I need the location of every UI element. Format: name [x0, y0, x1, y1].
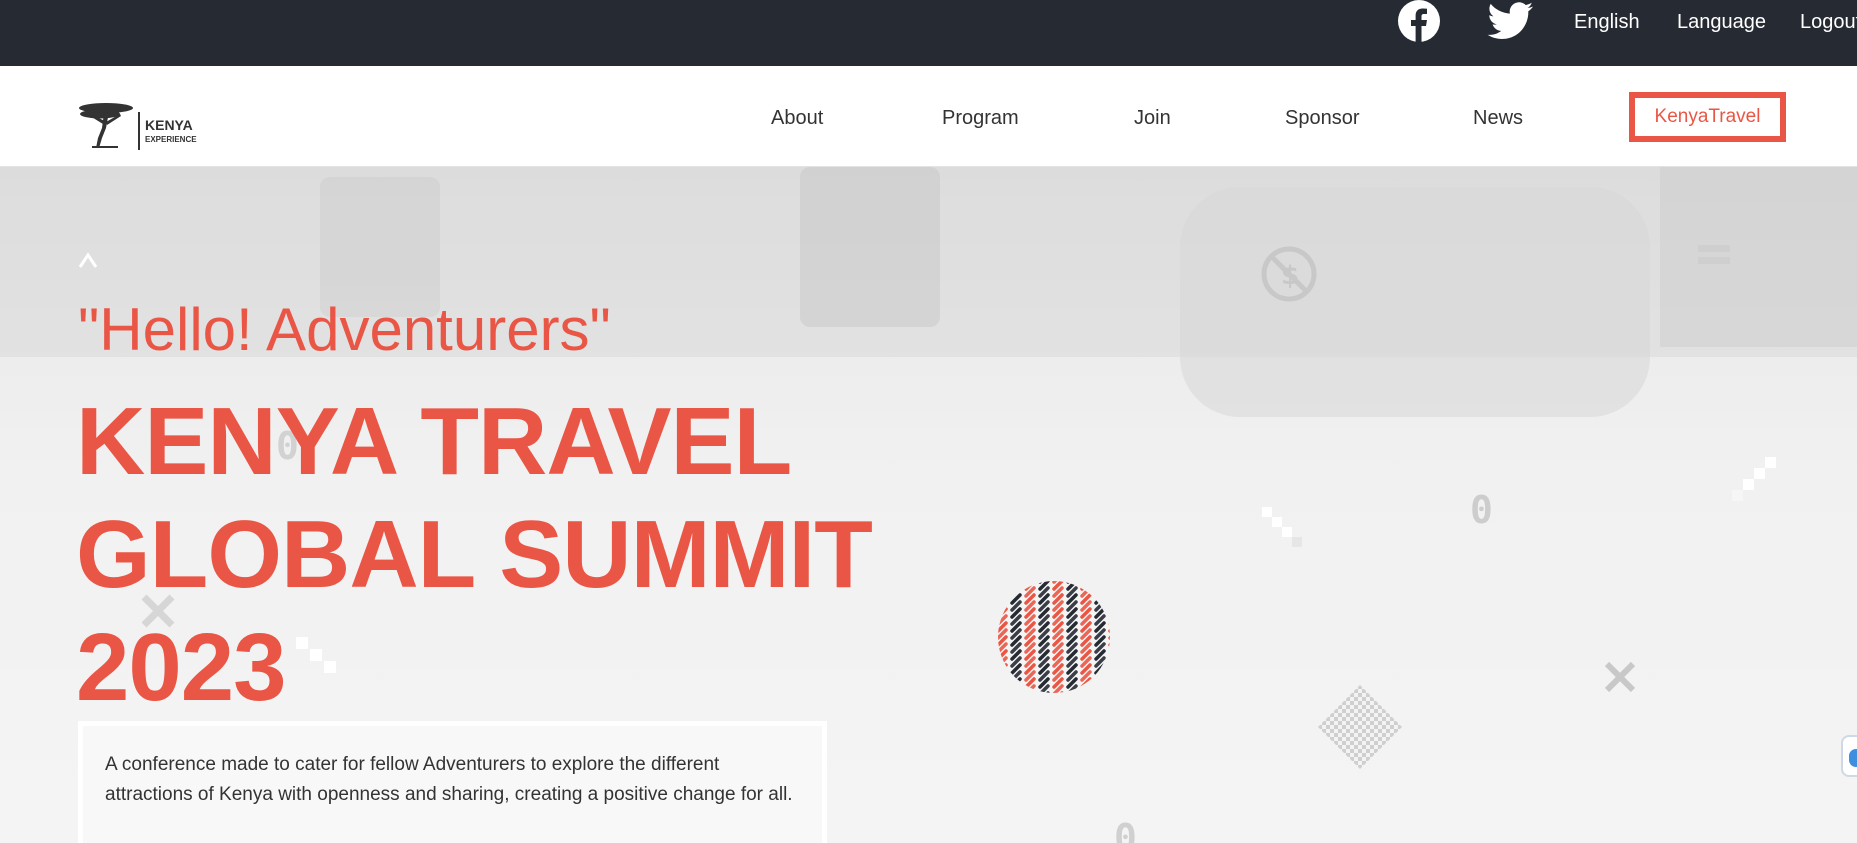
hero-background-shape [1180, 187, 1650, 417]
equals-icon [1698, 245, 1730, 264]
main-nav: KENYA EXPERIENCE About Program Join Spon… [0, 66, 1857, 167]
acacia-tree-icon [79, 103, 133, 148]
pixel-steps-icon [1732, 457, 1776, 501]
hero-title-line: GLOBAL SUMMIT [76, 501, 873, 608]
svg-text:0: 0 [1114, 817, 1137, 843]
zero-glyph-icon: 0 [1114, 817, 1137, 843]
hero-description-box: A conference made to cater for fellow Ad… [78, 721, 827, 843]
english-link[interactable]: English [1574, 10, 1640, 34]
chevron-icon [78, 252, 98, 268]
nav-sponsor[interactable]: Sponsor [1285, 106, 1360, 130]
hero-background-shape [800, 167, 940, 327]
chat-icon [1849, 749, 1857, 767]
floating-chat-button[interactable] [1841, 735, 1857, 777]
nav-news[interactable]: News [1473, 106, 1523, 130]
nav-join[interactable]: Join [1134, 106, 1171, 130]
pixel-steps-icon [1262, 507, 1302, 547]
twitter-link[interactable] [1485, 0, 1535, 42]
hero-title: KENYA TRAVEL GLOBAL SUMMIT 2023 [76, 385, 873, 724]
logo-subtitle: EXPERIENCE [145, 135, 197, 144]
facebook-icon [1398, 0, 1440, 42]
diamond-pattern-icon [1318, 685, 1402, 769]
dash-pattern-circle [998, 581, 1110, 693]
svg-text:$: $ [1281, 261, 1299, 291]
no-money-icon: $ [1261, 246, 1317, 302]
language-link[interactable]: Language [1677, 10, 1766, 34]
close-x-icon [1604, 661, 1636, 693]
nav-program[interactable]: Program [942, 106, 1019, 130]
twitter-icon [1487, 2, 1533, 39]
facebook-link[interactable] [1396, 0, 1442, 42]
logo-divider [138, 112, 140, 150]
kenya-travel-button[interactable]: KenyaTravel [1629, 92, 1786, 142]
hero-greeting: "Hello! Adventurers" [78, 296, 611, 363]
top-bar: English Language Logout [0, 0, 1857, 66]
hero-description: A conference made to cater for fellow Ad… [105, 754, 793, 805]
hero-section: $ 0 0 0 "Hello! Adventurers" KENYA TRAVE… [0, 167, 1857, 843]
site-logo[interactable]: KENYA EXPERIENCE [78, 100, 206, 150]
logo-title: KENYA [145, 117, 193, 133]
logout-link[interactable]: Logout [1800, 10, 1857, 34]
hero-title-line: KENYA TRAVEL [76, 388, 792, 495]
svg-text:0: 0 [1470, 489, 1493, 529]
zero-glyph-icon: 0 [1470, 489, 1493, 529]
nav-about[interactable]: About [771, 106, 823, 130]
hero-background-shape [1660, 167, 1857, 347]
hero-title-line: 2023 [76, 614, 287, 721]
